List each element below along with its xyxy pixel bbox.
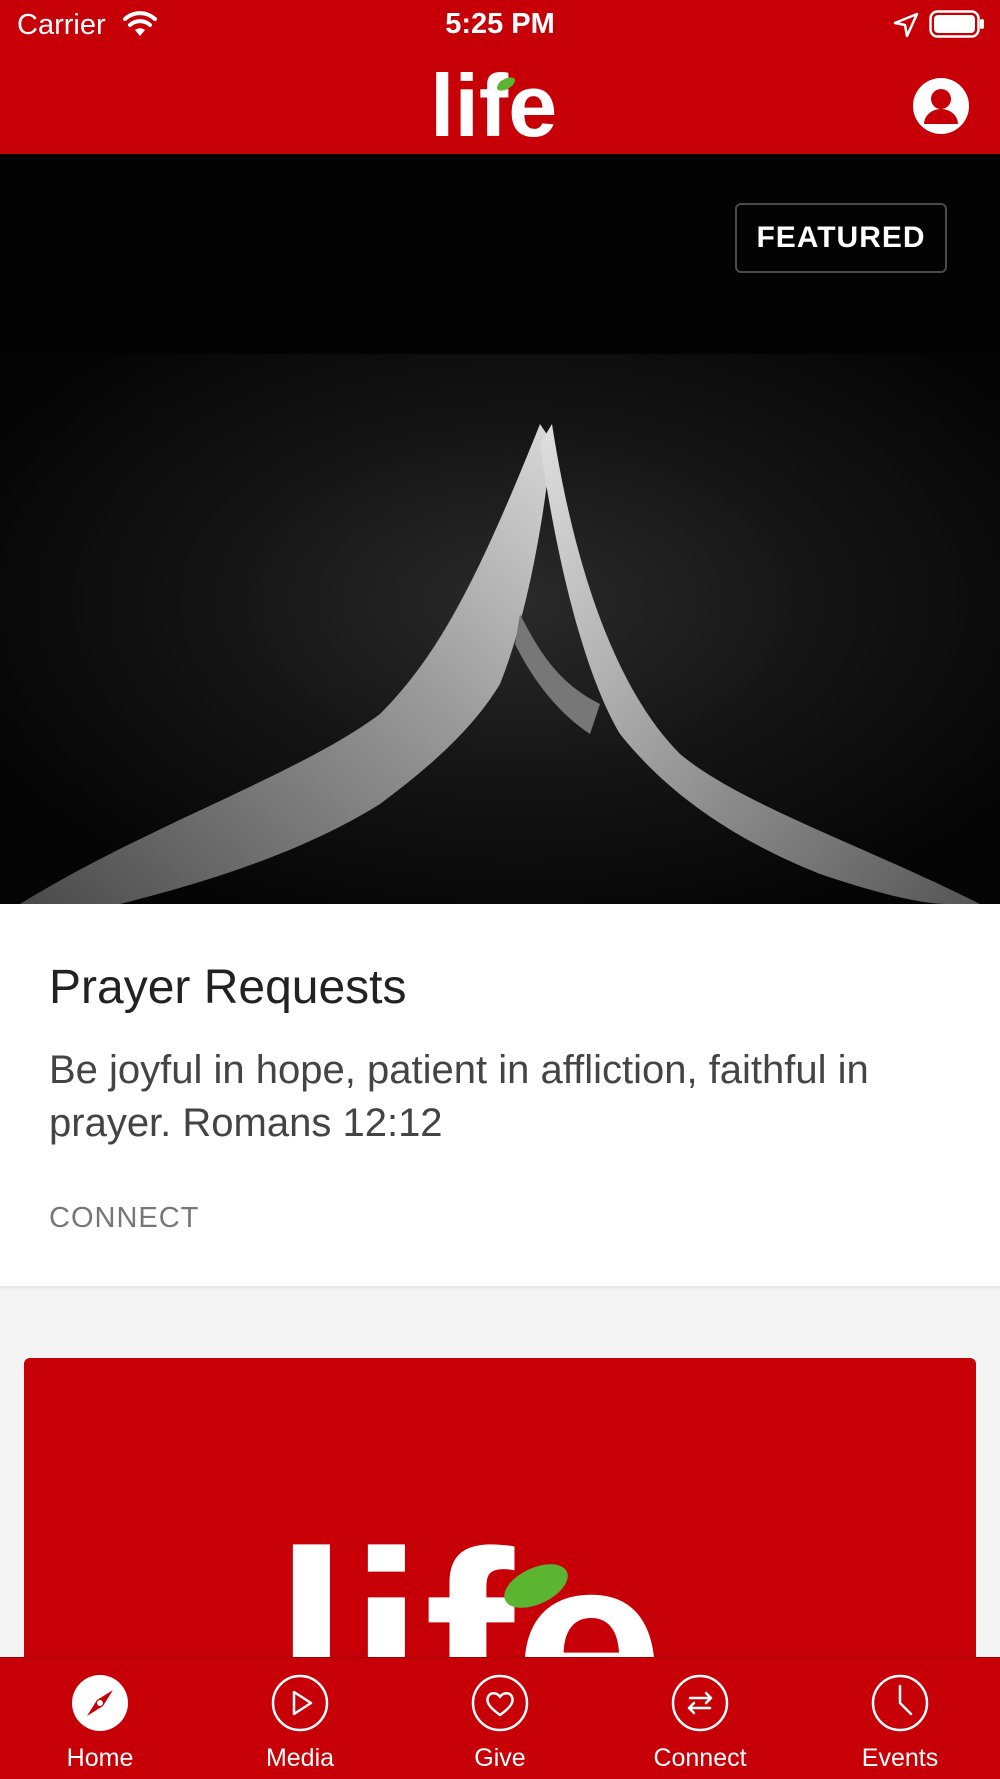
card-title: Prayer Requests (49, 961, 407, 1014)
top-bar: Carrier 5:25 PM life (0, 0, 1000, 154)
hands-illustration (20, 424, 980, 904)
praying-hands-photo: FEATURED (0, 154, 1000, 904)
tab-give[interactable]: Give (400, 1658, 600, 1779)
card-category-tag: CONNECT (49, 1202, 200, 1234)
tab-media-label: Media (265, 1744, 335, 1772)
status-time: 5:25 PM (445, 8, 555, 40)
user-circle-icon[interactable] (912, 77, 970, 135)
tab-connect[interactable]: Connect (600, 1658, 800, 1779)
tab-home[interactable]: Home (0, 1658, 200, 1779)
logo-text: life (430, 60, 557, 142)
tab-bar: Home Media Give Connect Events (0, 1657, 1000, 1779)
heart-circle-icon (471, 1674, 529, 1732)
swap-arrows-icon (671, 1674, 729, 1732)
life-logo: life (430, 60, 557, 142)
tab-events[interactable]: Events (800, 1658, 1000, 1779)
featured-card[interactable]: FEATURED Prayer Requests Be joyful in ho… (0, 154, 1000, 1286)
featured-badge: FEATURED (735, 203, 947, 273)
battery-icon (929, 10, 984, 38)
life-logo-card[interactable]: life (24, 1358, 976, 1698)
play-circle-icon (271, 1674, 329, 1732)
compass-icon (72, 1675, 128, 1731)
tab-home-label: Home (66, 1744, 134, 1772)
location-arrow-icon (893, 12, 919, 38)
tab-give-label: Give (474, 1744, 526, 1772)
tab-events-label: Events (861, 1744, 939, 1772)
card-description: Be joyful in hope, patient in affliction… (49, 1048, 869, 1145)
tab-connect-label: Connect (653, 1744, 747, 1772)
clock-icon (871, 1674, 929, 1732)
tab-media[interactable]: Media (200, 1658, 400, 1779)
status-bar: Carrier 5:25 PM (0, 0, 1000, 50)
